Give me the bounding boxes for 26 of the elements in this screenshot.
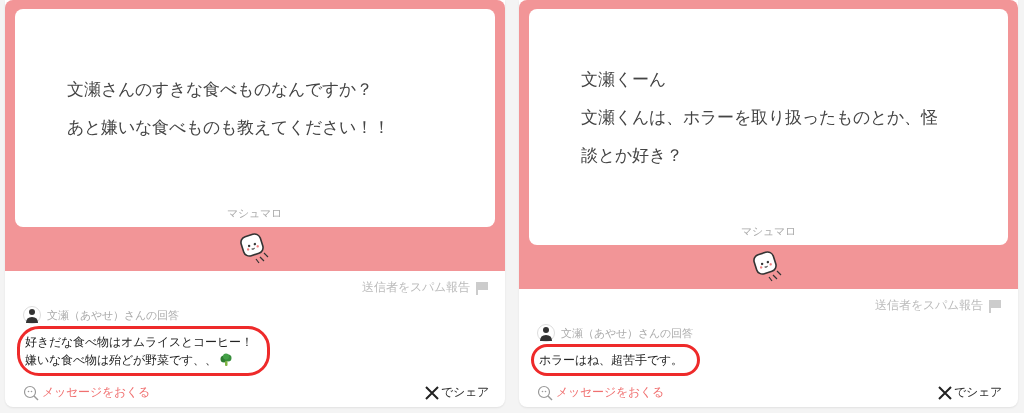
face-search-icon <box>536 384 553 401</box>
avatar-icon <box>536 324 555 342</box>
question-text: 文瀬くーん <box>580 67 667 91</box>
send-message-link[interactable]: メッセージをおくる <box>23 384 150 401</box>
report-spam-link[interactable]: 送信者をスパム報告 <box>875 297 983 314</box>
x-logo-icon <box>938 385 952 400</box>
brand-label: マシュマロ <box>739 224 797 239</box>
question-text: あと嫌いな食べものも教えてください！！ <box>67 115 391 139</box>
share-link[interactable]: でシェア <box>424 384 489 401</box>
report-spam-link[interactable]: 送信者をスパム報告 <box>361 279 470 296</box>
answer-text: 嫌いな食べ物は殆どが野菜です、、 <box>25 352 217 369</box>
avatar-icon <box>23 306 41 324</box>
flag-icon <box>474 280 489 295</box>
flag-icon <box>988 298 1002 313</box>
brand-label: マシュマロ <box>226 206 284 221</box>
face-search-icon <box>23 384 39 401</box>
question-text: 文瀬さんのすきな食べものなんですか？ <box>67 77 374 101</box>
answer-text: 好きだな食べ物はオムライスとコーヒー！ <box>25 334 253 351</box>
share-link[interactable]: でシェア <box>938 384 1002 401</box>
answer-text: ホラーはね、超苦手です。 <box>538 352 683 369</box>
question-text: 文瀬くんは、ホラーを取り扱ったものとか、怪 <box>580 105 939 129</box>
question-text: 談とか好き？ <box>580 143 684 167</box>
answerer-label: 文瀬（あやせ）さんの回答 <box>47 307 179 323</box>
send-message-link[interactable]: メッセージをおくる <box>536 384 664 401</box>
x-logo-icon <box>424 385 439 400</box>
answerer-label: 文瀬（あやせ）さんの回答 <box>560 325 693 341</box>
